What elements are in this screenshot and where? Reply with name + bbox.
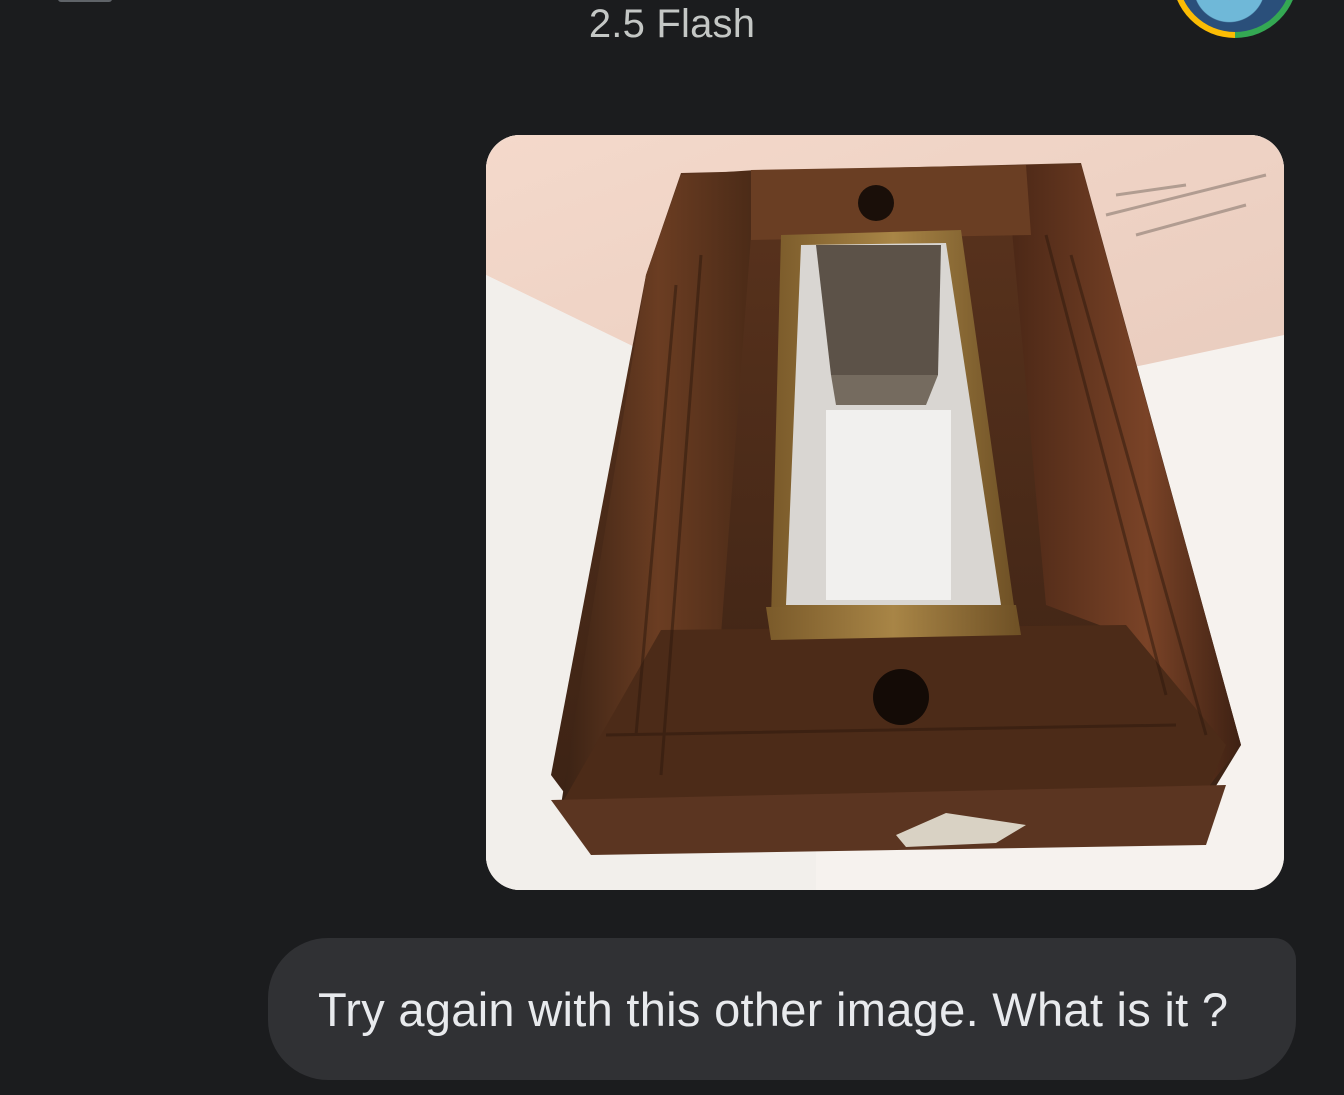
model-selector[interactable]: 2.5 Flash <box>0 2 1344 47</box>
user-message-bubble: Try again with this other image. What is… <box>268 938 1296 1080</box>
wooden-box-photo <box>486 135 1284 890</box>
uploaded-image[interactable] <box>486 135 1284 890</box>
user-message-text: Try again with this other image. What is… <box>318 982 1229 1036</box>
